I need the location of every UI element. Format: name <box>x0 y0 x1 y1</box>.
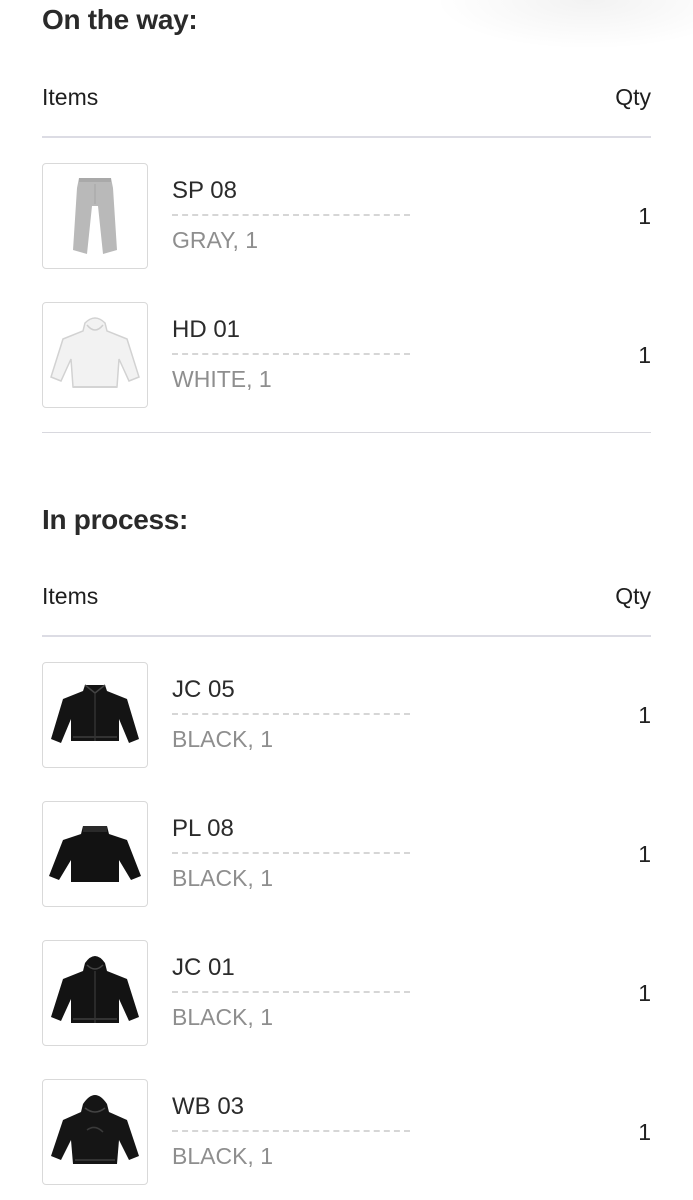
item-name[interactable]: PL 08 <box>172 815 234 843</box>
item-name[interactable]: HD 01 <box>172 316 240 344</box>
item-variant: BLACK, 1 <box>172 1143 273 1169</box>
item-divider <box>172 1130 410 1132</box>
list-item[interactable]: HD 01 WHITE, 1 1 <box>42 302 651 408</box>
list-item[interactable]: SP 08 GRAY, 1 1 <box>42 163 651 269</box>
column-header: Items Qty <box>42 583 651 613</box>
order-status-page: On the way: Items Qty SP 08 GRAY, 1 1 HD… <box>0 0 693 1200</box>
item-qty: 1 <box>638 203 651 229</box>
section-title: On the way: <box>42 4 198 35</box>
column-header-items: Items <box>42 84 99 110</box>
item-divider <box>172 214 410 216</box>
gray-sweatpants-icon[interactable] <box>42 163 148 269</box>
item-qty: 1 <box>638 1119 651 1145</box>
item-divider <box>172 713 410 715</box>
item-name[interactable]: JC 05 <box>172 676 235 704</box>
list-item[interactable]: JC 01 BLACK, 1 1 <box>42 940 651 1046</box>
section-end-divider <box>42 432 651 433</box>
item-qty: 1 <box>638 702 651 728</box>
item-variant: BLACK, 1 <box>172 1004 273 1030</box>
black-hooded-jacket-icon[interactable] <box>42 940 148 1046</box>
column-header-qty: Qty <box>615 583 651 609</box>
column-header: Items Qty <box>42 84 651 114</box>
black-jacket-icon[interactable] <box>42 662 148 768</box>
item-variant: WHITE, 1 <box>172 366 272 392</box>
top-shadow <box>433 0 693 50</box>
item-divider <box>172 991 410 993</box>
list-item[interactable]: JC 05 BLACK, 1 1 <box>42 662 651 768</box>
black-pullover-icon[interactable] <box>42 801 148 907</box>
item-divider <box>172 852 410 854</box>
column-header-items: Items <box>42 583 99 609</box>
section-title: In process: <box>42 504 189 535</box>
item-qty: 1 <box>638 342 651 368</box>
item-divider <box>172 353 410 355</box>
item-variant: BLACK, 1 <box>172 726 273 752</box>
item-name[interactable]: SP 08 <box>172 177 237 205</box>
black-windbreaker-icon[interactable] <box>42 1079 148 1185</box>
header-divider <box>42 635 651 637</box>
item-name[interactable]: JC 01 <box>172 954 235 982</box>
item-qty: 1 <box>638 980 651 1006</box>
list-item[interactable]: WB 03 BLACK, 1 1 <box>42 1079 651 1185</box>
item-variant: GRAY, 1 <box>172 227 259 253</box>
item-variant: BLACK, 1 <box>172 865 273 891</box>
white-hoodie-icon[interactable] <box>42 302 148 408</box>
column-header-qty: Qty <box>615 84 651 110</box>
item-name[interactable]: WB 03 <box>172 1093 244 1121</box>
header-divider <box>42 136 651 138</box>
list-item[interactable]: PL 08 BLACK, 1 1 <box>42 801 651 907</box>
item-qty: 1 <box>638 841 651 867</box>
